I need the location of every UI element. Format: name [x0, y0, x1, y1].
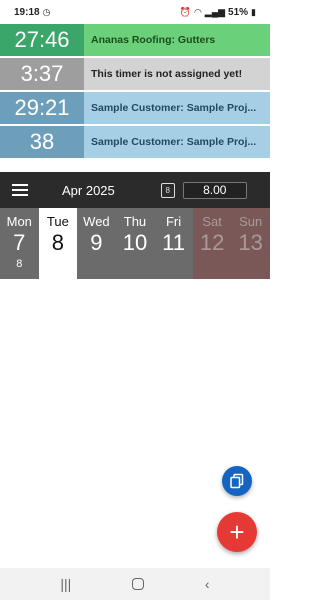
add-entry-button[interactable]: + [217, 512, 257, 552]
battery-percent: 51% [228, 6, 249, 18]
day-number: 12 [199, 230, 225, 255]
calendar-icon[interactable]: 8 [160, 182, 175, 198]
hamburger-menu-icon[interactable] [12, 184, 28, 196]
day-hours: 8 [16, 258, 23, 270]
day-name: Tue [46, 214, 69, 229]
week-strip: Mon 7 8 Tue 8 Wed 9 Thu 10 Fri 11 Sat 12… [0, 208, 270, 279]
day-number: 13 [238, 230, 263, 255]
timer-label[interactable]: Ananas Roofing: Gutters [84, 24, 270, 56]
plus-icon: + [229, 516, 245, 547]
system-nav-bar: ||| ‹ [0, 568, 270, 600]
day-thu[interactable]: Thu 10 [115, 208, 155, 279]
battery-icon: ▮ [251, 6, 256, 17]
day-number: 11 [162, 230, 185, 255]
timer-label[interactable]: This timer is not assigned yet! [84, 58, 270, 90]
signal-icon: ▂▄▆ [204, 6, 226, 17]
recents-icon[interactable]: ||| [60, 576, 71, 592]
day-sat[interactable]: Sat 12 [192, 208, 232, 279]
status-icons: ⏰ ◠ ▂▄▆ 51% ▮ [180, 7, 256, 18]
day-name: Thu [123, 214, 147, 229]
timer-clock[interactable]: 27:46 [0, 24, 84, 56]
toolbar: Apr 2025 8 8.00 [0, 172, 270, 208]
timer-clock[interactable]: 38 [0, 126, 84, 158]
day-wed[interactable]: Wed 9 [77, 208, 116, 279]
back-icon[interactable]: ‹ [205, 576, 210, 592]
day-name: Sat [202, 214, 222, 229]
timer-label[interactable]: Sample Customer: Sample Proj... [84, 126, 270, 158]
copy-icon [230, 473, 244, 489]
timers-list: 27:46 Ananas Roofing: Gutters 3:37 This … [0, 24, 270, 160]
timer-clock[interactable]: 3:37 [0, 58, 84, 90]
day-fri[interactable]: Fri 11 [154, 208, 193, 279]
day-tue[interactable]: Tue 8 [38, 208, 78, 279]
clock-icon: ◷ [42, 6, 51, 17]
month-label[interactable]: Apr 2025 [62, 183, 115, 198]
timer-label[interactable]: Sample Customer: Sample Proj... [84, 92, 270, 124]
timer-row[interactable]: 38 Sample Customer: Sample Proj... [0, 126, 270, 160]
timer-row[interactable]: 29:21 Sample Customer: Sample Proj... [0, 92, 270, 126]
day-name: Fri [165, 214, 182, 229]
hours-field[interactable]: 8.00 [182, 181, 247, 199]
timer-row[interactable]: 27:46 Ananas Roofing: Gutters [0, 24, 270, 58]
wifi-icon: ◠ [193, 6, 202, 17]
status-time: 19:18 [14, 6, 40, 18]
day-name: Sun [239, 214, 263, 229]
day-name: Mon [6, 214, 32, 229]
alarm-icon: ⏰ [179, 6, 191, 17]
timer-row[interactable]: 3:37 This timer is not assigned yet! [0, 58, 270, 92]
day-mon[interactable]: Mon 7 8 [0, 208, 39, 279]
day-number: 9 [90, 230, 103, 255]
day-number: 8 [51, 230, 64, 255]
copy-button[interactable] [222, 466, 252, 496]
status-bar: 19:18 ◷ ⏰ ◠ ▂▄▆ 51% ▮ [0, 0, 270, 24]
day-name: Wed [83, 214, 110, 229]
day-number: 7 [13, 230, 26, 255]
timer-clock[interactable]: 29:21 [0, 92, 84, 124]
home-icon[interactable] [132, 578, 145, 590]
day-sun[interactable]: Sun 13 [231, 208, 270, 279]
day-number: 10 [122, 230, 148, 255]
